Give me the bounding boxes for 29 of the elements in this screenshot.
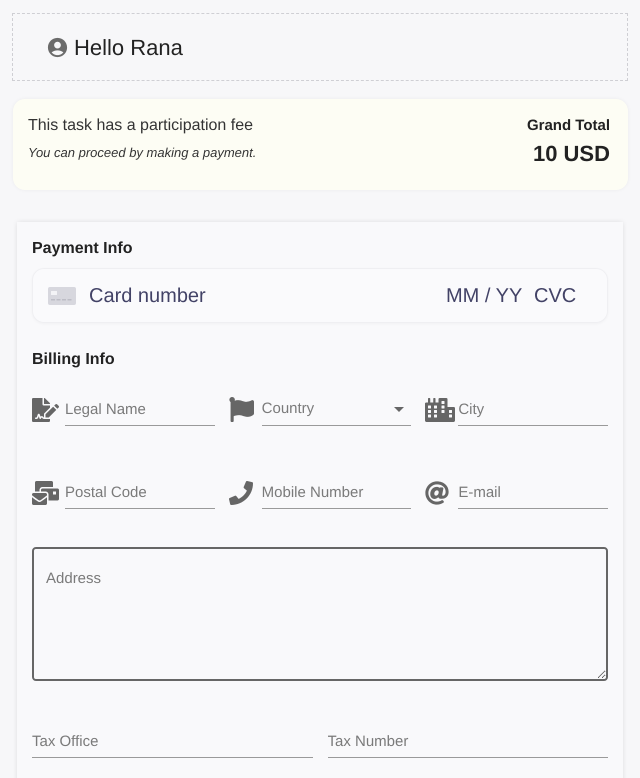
card-number-input[interactable]: Card number [89, 280, 446, 310]
flag-icon [228, 397, 254, 422]
input-field[interactable]: Mobile Number [262, 476, 412, 509]
fee-notice-title: This task has a participation fee [28, 116, 254, 136]
input-field[interactable]: Postal Code [65, 476, 215, 509]
address-textarea[interactable]: Address [32, 547, 608, 681]
input-field[interactable]: Tax Number [328, 725, 608, 758]
fee-notice-subtitle: You can proceed by making a payment. [28, 145, 256, 161]
signed-document-icon [32, 398, 59, 422]
grand-total-amount: 10 USD [532, 141, 610, 167]
card-details-field[interactable]: Card number MM / YY CVC [32, 268, 608, 323]
greeting-text: Hello Rana [74, 34, 183, 62]
grand-total-label: Grand Total [526, 116, 610, 136]
user-icon [46, 36, 69, 58]
phone-icon [228, 480, 253, 504]
billing-info-heading: Billing Info [32, 350, 115, 370]
expiry-date-input[interactable]: MM / YY [446, 280, 526, 310]
credit-card-icon [48, 286, 76, 304]
buildings-icon [425, 398, 456, 422]
at-sign-icon [425, 480, 450, 504]
input-field[interactable]: E-mail [458, 476, 608, 509]
envelopes-icon [32, 480, 59, 504]
input-field[interactable]: City [458, 393, 608, 426]
cvc-input[interactable]: CVC [534, 280, 578, 310]
payment-info-heading: Payment Info [32, 239, 132, 259]
caret-icon [394, 406, 404, 412]
input-field[interactable]: Tax Office [32, 725, 312, 758]
input-field[interactable]: Legal Name [65, 393, 215, 426]
dropdown-field[interactable]: Country [262, 393, 412, 426]
